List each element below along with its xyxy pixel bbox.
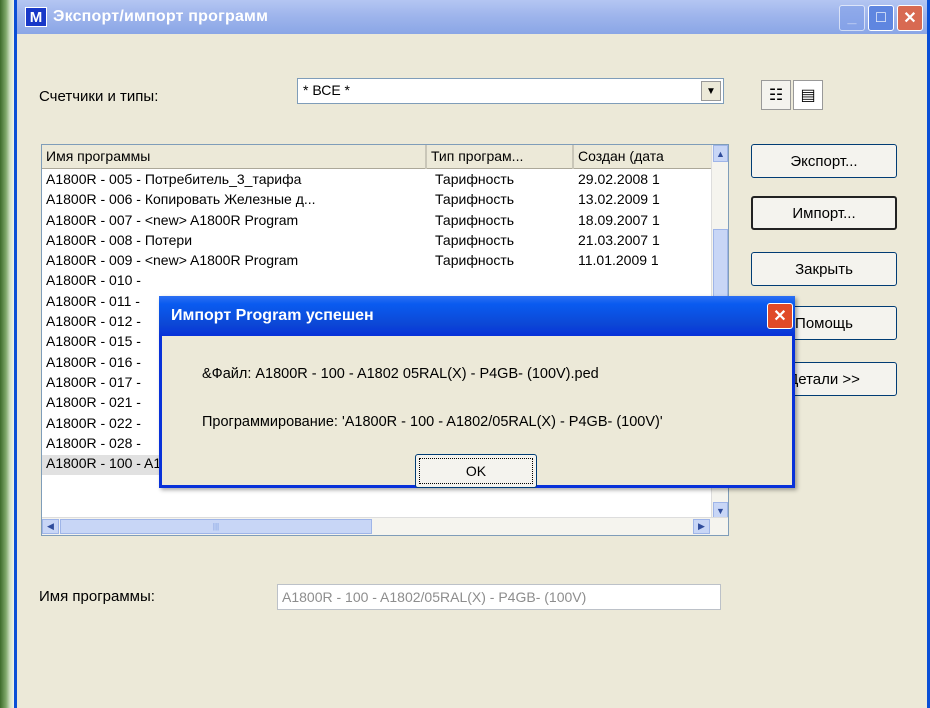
dialog-title: Импорт Program успешен [171, 307, 374, 324]
meter-type-value: * ВСЕ * [303, 82, 350, 98]
dialog-close-icon[interactable]: ✕ [767, 303, 793, 329]
cell-program-name: A1800R - 005 - Потребитель_3_тарифа [46, 171, 302, 187]
column-header-created[interactable]: Создан (дата [574, 145, 712, 169]
table-row[interactable]: A1800R - 008 - Потери Тарифность 21.03.200… [42, 232, 712, 252]
table-row[interactable]: A1800R - 006 - Копировать Железные д... Т… [42, 191, 712, 211]
cell-created-date: 18.09.2007 1 [578, 211, 660, 228]
cell-created-date: 13.02.2009 1 [578, 191, 660, 208]
dialog-title-bar[interactable]: Импорт Program успешен ✕ [159, 296, 795, 336]
cell-program-type: Тарифность [435, 211, 515, 228]
cell-program-type: Тарифность [435, 231, 515, 248]
dialog-program-line: Программирование: 'A1800R - 100 - A1802/… [202, 414, 663, 430]
cell-program-name: A1800R - 010 - [46, 272, 141, 289]
minimize-button[interactable]: _ [839, 5, 865, 31]
table-row[interactable]: A1800R - 005 - Потребитель_3_тарифа Тариф… [42, 171, 712, 191]
maximize-button[interactable]: □ [868, 5, 894, 31]
chevron-down-icon[interactable]: ▼ [701, 81, 721, 101]
window-title: Экспорт/импорт программ [53, 8, 269, 25]
scroll-left-icon[interactable]: ◀ [42, 519, 59, 534]
close-window-button[interactable]: ✕ [897, 5, 923, 31]
column-header-type[interactable]: Тип програм... [427, 145, 574, 169]
table-row[interactable]: A1800R - 010 - [42, 272, 712, 292]
cell-created-date [574, 272, 712, 292]
details-view-icon[interactable]: ▤ [793, 80, 823, 110]
cell-program-name: A1800R - 008 - Потери [46, 231, 193, 248]
title-bar[interactable]: M Экспорт/импорт программ _ □ ✕ [17, 0, 927, 34]
dialog-file-line: &Файл: A1800R - 100 - A1802 05RAL(X) - P… [202, 366, 599, 382]
horizontal-scroll-thumb[interactable]: ||| [60, 519, 372, 534]
list-view-icon[interactable]: ☷ [761, 80, 791, 110]
close-button[interactable]: Закрыть [751, 252, 897, 286]
cell-program-name: A1800R - 006 - Копировать Железные д... [46, 191, 316, 208]
ok-button[interactable]: OK [415, 454, 537, 488]
cell-program-type: Тарифность [435, 171, 515, 187]
import-success-dialog: Импорт Program успешен ✕ &Файл: A1800R -… [159, 296, 795, 488]
table-row[interactable]: A1800R - 009 - <new> A1800R Program Тариф… [42, 252, 712, 272]
cell-created-date: 29.02.2008 1 [578, 171, 660, 187]
cell-created-date: 11.01.2009 1 [578, 252, 659, 269]
app-icon: M [25, 7, 47, 27]
cell-program-type: Тарифность [435, 252, 515, 269]
filter-label: Счетчики и типы: [39, 88, 159, 105]
cell-created-date: 21.03.2007 1 [578, 231, 660, 248]
import-button[interactable]: Импорт... [751, 196, 897, 230]
program-name-label: Имя программы: [39, 588, 155, 605]
meter-type-select[interactable]: * ВСЕ * ▼ [297, 78, 724, 104]
list-header: Имя программы Тип програм... Создан (дат… [42, 145, 728, 169]
cell-program-type [427, 272, 574, 292]
table-row[interactable]: A1800R - 007 - <new> A1800R Program Тариф… [42, 212, 712, 232]
cell-program-name: A1800R - 007 - <new> A1800R Program [46, 211, 299, 228]
scroll-up-icon[interactable]: ▲ [713, 145, 728, 162]
horizontal-scrollbar[interactable]: ◀ ||| ▶ [42, 517, 728, 535]
cell-program-type: Тарифность [435, 191, 515, 208]
scroll-right-icon[interactable]: ▶ [693, 519, 710, 534]
column-header-name[interactable]: Имя программы [42, 145, 427, 169]
cell-program-name: A1800R - 009 - <new> A1800R Program [46, 252, 299, 269]
export-button[interactable]: Экспорт... [751, 144, 897, 178]
program-name-field: A1800R - 100 - A1802/05RAL(X) - P4GB- (1… [277, 584, 721, 610]
